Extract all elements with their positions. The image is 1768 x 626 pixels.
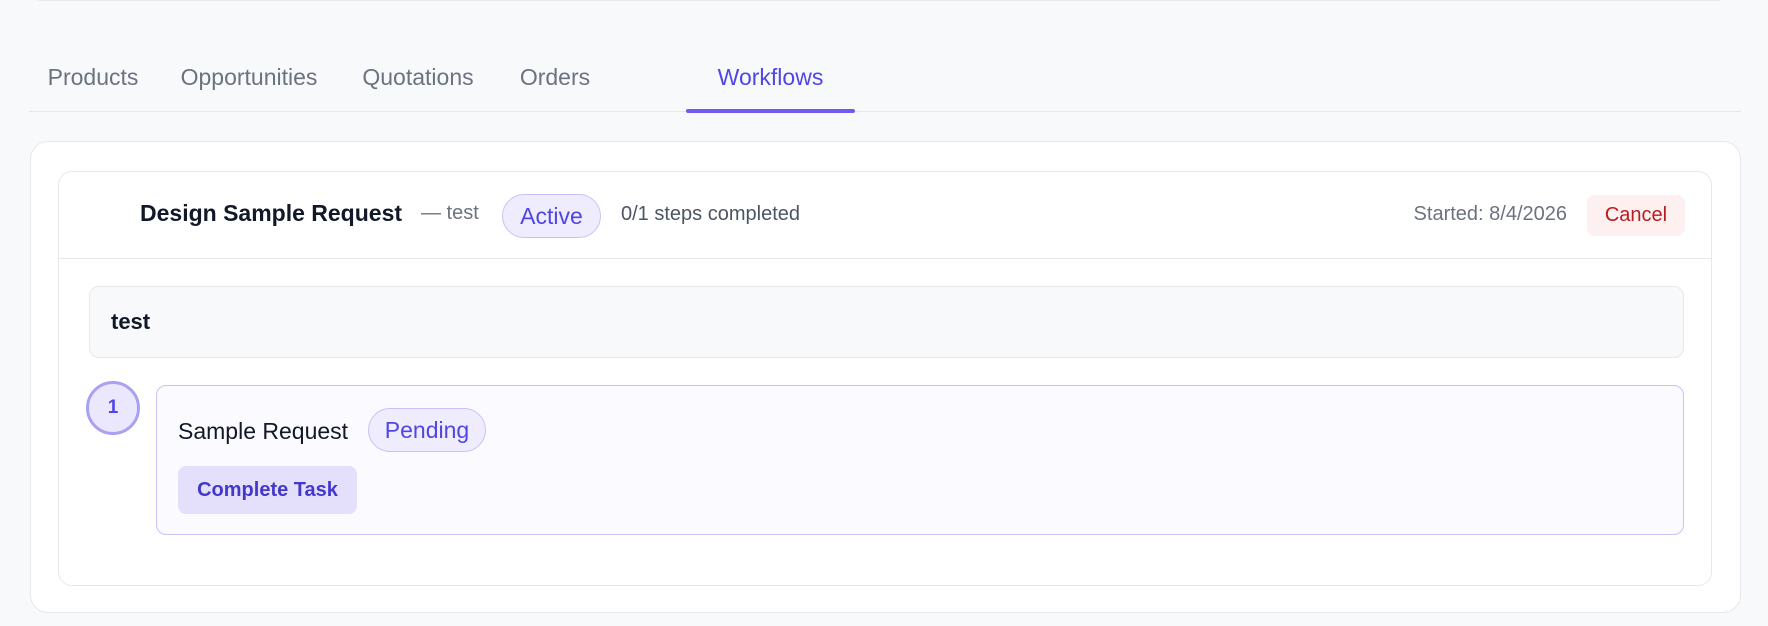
complete-task-button[interactable]: Complete Task bbox=[178, 466, 357, 514]
workflow-progress-text: 0/1 steps completed bbox=[621, 203, 800, 225]
tab-opportunities[interactable]: Opportunities bbox=[157, 48, 341, 112]
top-card-edge bbox=[30, 0, 1728, 1]
tab-orders[interactable]: Orders bbox=[495, 48, 615, 112]
workflow-title: Design Sample Request bbox=[140, 200, 403, 226]
workflow-status-badge: Active bbox=[502, 194, 601, 238]
tab-quotations[interactable]: Quotations bbox=[341, 48, 495, 112]
step-number-badge: 1 bbox=[86, 381, 140, 435]
workflow-header: Design Sample Request — test Active 0/1 … bbox=[59, 172, 1711, 259]
tab-workflows[interactable]: Workflows bbox=[686, 48, 855, 113]
cancel-workflow-button[interactable]: Cancel bbox=[1587, 195, 1685, 236]
workflow-subtitle: — test bbox=[421, 202, 479, 224]
step-status-badge: Pending bbox=[368, 408, 486, 452]
workflow-description: test bbox=[111, 309, 151, 334]
workflow-description-box: test bbox=[89, 286, 1684, 358]
tab-products[interactable]: Products bbox=[29, 48, 157, 112]
step-title: Sample Request bbox=[178, 418, 349, 444]
workflow-card: Design Sample Request — test Active 0/1 … bbox=[58, 171, 1712, 586]
tab-bar: Products Opportunities Quotations Orders… bbox=[29, 48, 1741, 113]
workflow-step: Sample Request Pending Complete Task bbox=[156, 385, 1684, 535]
workflow-started-date: Started: 8/4/2026 bbox=[1413, 203, 1567, 225]
